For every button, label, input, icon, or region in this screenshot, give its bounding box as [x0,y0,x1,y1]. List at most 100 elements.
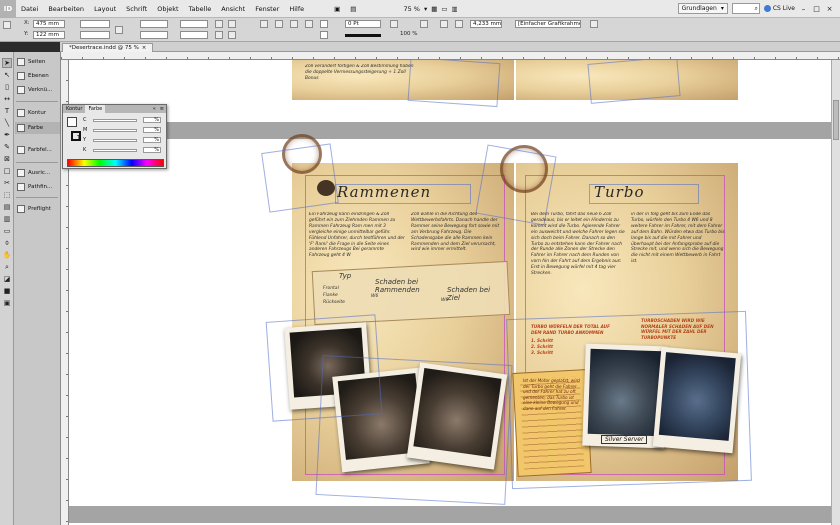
y-position-field[interactable]: 122 mm [33,31,65,39]
zoom-level[interactable]: 75 % [401,5,422,13]
pencil-tool-icon[interactable]: ✎ [2,142,12,152]
select-next-icon[interactable] [305,20,313,28]
direct-selection-tool-icon[interactable]: ↖ [2,70,12,80]
maximize-icon[interactable]: □ [812,4,821,13]
channel-y-slider[interactable] [93,139,137,142]
dock-farbe[interactable]: Farbe [15,122,60,134]
rotate-ccw-icon[interactable] [215,31,223,39]
scissors-tool-icon[interactable]: ✂ [2,178,12,188]
dock-kontur[interactable]: Kontur [15,107,60,119]
fill-stroke-icon[interactable]: ◪ [2,274,12,284]
scale-x-field[interactable] [140,20,168,28]
gap-tool-icon[interactable]: ↔ [2,94,12,104]
document-tab[interactable]: *Desertrace.indd @ 75 % × [62,43,154,52]
x-position-field[interactable]: 475 mm [33,20,65,28]
arrange-docs-icon[interactable]: ▥ [450,5,460,13]
menu-tabelle[interactable]: Tabelle [184,5,217,13]
eyedropper-tool-icon[interactable]: ⌽ [2,238,12,248]
select-content-icon[interactable] [275,20,283,28]
selection-tool-icon[interactable]: ➤ [2,58,12,68]
menu-datei[interactable]: Datei [16,5,43,13]
close-icon[interactable]: × [825,4,834,13]
view-options-icon[interactable]: ▦ [429,5,439,13]
opacity-value[interactable]: 100 % [400,31,417,37]
menu-objekt[interactable]: Objekt [152,5,183,13]
channel-y-value[interactable]: % [143,137,161,143]
dock-farbfelder[interactable]: Farbfel... [15,144,60,156]
page-tool-icon[interactable]: ▯ [2,82,12,92]
dock-preflight[interactable]: Preflight [15,203,60,215]
collapse-panel-icon[interactable]: « [151,106,158,112]
fill-swatch-icon[interactable] [67,117,77,127]
tab-kontur[interactable]: Kontur [63,105,85,113]
menu-bearbeiten[interactable]: Bearbeiten [43,5,89,13]
view-mode-icon[interactable]: ▣ [2,298,12,308]
apply-color-icon[interactable]: ■ [2,286,12,296]
drop-shadow-icon[interactable] [420,20,428,28]
line-tool-icon[interactable]: ╲ [2,118,12,128]
rectangle-frame-tool-icon[interactable]: ⊠ [2,154,12,164]
vertical-scrollbar[interactable] [831,60,840,525]
body-text-left-col1[interactable]: Ein Fahrzeug kann eindringen & Zoll gefü… [309,212,405,258]
cs-live-button[interactable]: CS Live [763,5,795,12]
panel-menu-icon[interactable] [590,20,598,28]
panel-menu-icon[interactable]: ≡ [158,106,166,112]
channel-c-slider[interactable] [93,119,137,122]
screen-mode-icon[interactable]: ▭ [439,5,449,13]
scrollbar-thumb[interactable] [833,100,839,140]
rotate-cw-icon[interactable] [215,20,223,28]
stroke-type-selector[interactable] [345,34,381,37]
dock-ausrichten[interactable]: Ausric... [15,167,60,179]
constrain-proportions-icon[interactable] [115,26,123,34]
channel-m-slider[interactable] [93,129,137,132]
body-text-right-col2[interactable]: in der in folg geht bis zum Ende das Tur… [631,212,725,304]
width-field[interactable] [80,20,110,28]
gradient-feather-tool-icon[interactable]: ▥ [2,214,12,224]
flip-vertical-icon[interactable] [228,31,236,39]
body-text-right-col1[interactable]: Bei dem Turbo, fährt das neue 6 Zoll ger… [531,212,627,304]
type-tool-icon[interactable]: T [2,106,12,116]
workspace-switcher[interactable]: Grundlagen ▾ [677,3,728,14]
fit-content-icon[interactable] [455,20,463,28]
zoom-tool-icon[interactable]: ⌕ [2,262,12,272]
select-container-icon[interactable] [260,20,268,28]
horizontal-ruler[interactable] [61,52,840,60]
document-canvas[interactable]: Zoll verändert fortigen & Zoll Bestimmun… [69,60,831,525]
tab-farbe[interactable]: Farbe [85,105,106,113]
bridge-icon[interactable]: ▣ [329,5,345,13]
dock-seiten[interactable]: Seiten [15,56,60,68]
menu-hilfe[interactable]: Hilfe [284,5,309,13]
channel-c-value[interactable]: % [143,117,161,123]
scale-y-field[interactable] [140,31,168,39]
note-tool-icon[interactable]: ▭ [2,226,12,236]
upper-text-frame[interactable]: Zoll verändert fortigen & Zoll Bestimmun… [305,64,415,84]
menu-ansicht[interactable]: Ansicht [216,5,250,13]
fill-swatch-icon[interactable] [320,20,328,28]
channel-k-slider[interactable] [93,149,137,152]
frame-inset-field[interactable]: 4,233 mm [470,20,502,28]
reference-point-icon[interactable] [3,21,11,29]
text-wrap-icon[interactable] [440,20,448,28]
pen-tool-icon[interactable]: ✒ [2,130,12,140]
minimize-icon[interactable]: – [799,4,808,13]
shear-field[interactable] [180,31,208,39]
menu-fenster[interactable]: Fenster [250,5,284,13]
color-spectrum-ramp[interactable] [67,159,164,167]
dock-verknuepfungen[interactable]: Verknü... [15,84,60,96]
body-text-left-col2[interactable]: Zoll wähle in die Richtung des Wettbewer… [411,212,503,258]
menu-schrift[interactable]: Schrift [121,5,152,13]
stroke-swatch-icon[interactable] [320,31,328,39]
object-style-dropdown[interactable]: [Einfacher Grafikrahmen] [515,20,581,28]
flip-horizontal-icon[interactable] [228,20,236,28]
rotation-field[interactable] [180,20,208,28]
help-search-input[interactable]: ⌕ [731,3,760,14]
effects-icon[interactable] [390,20,398,28]
select-previous-icon[interactable] [290,20,298,28]
close-tab-icon[interactable]: × [142,44,147,52]
channel-m-value[interactable]: % [143,127,161,133]
zoom-dropdown-icon[interactable]: ▾ [422,5,429,13]
rectangle-tool-icon[interactable]: □ [2,166,12,176]
dock-ebenen[interactable]: Ebenen [15,70,60,82]
height-field[interactable] [80,31,110,39]
hand-tool-icon[interactable]: ✋ [2,250,12,260]
